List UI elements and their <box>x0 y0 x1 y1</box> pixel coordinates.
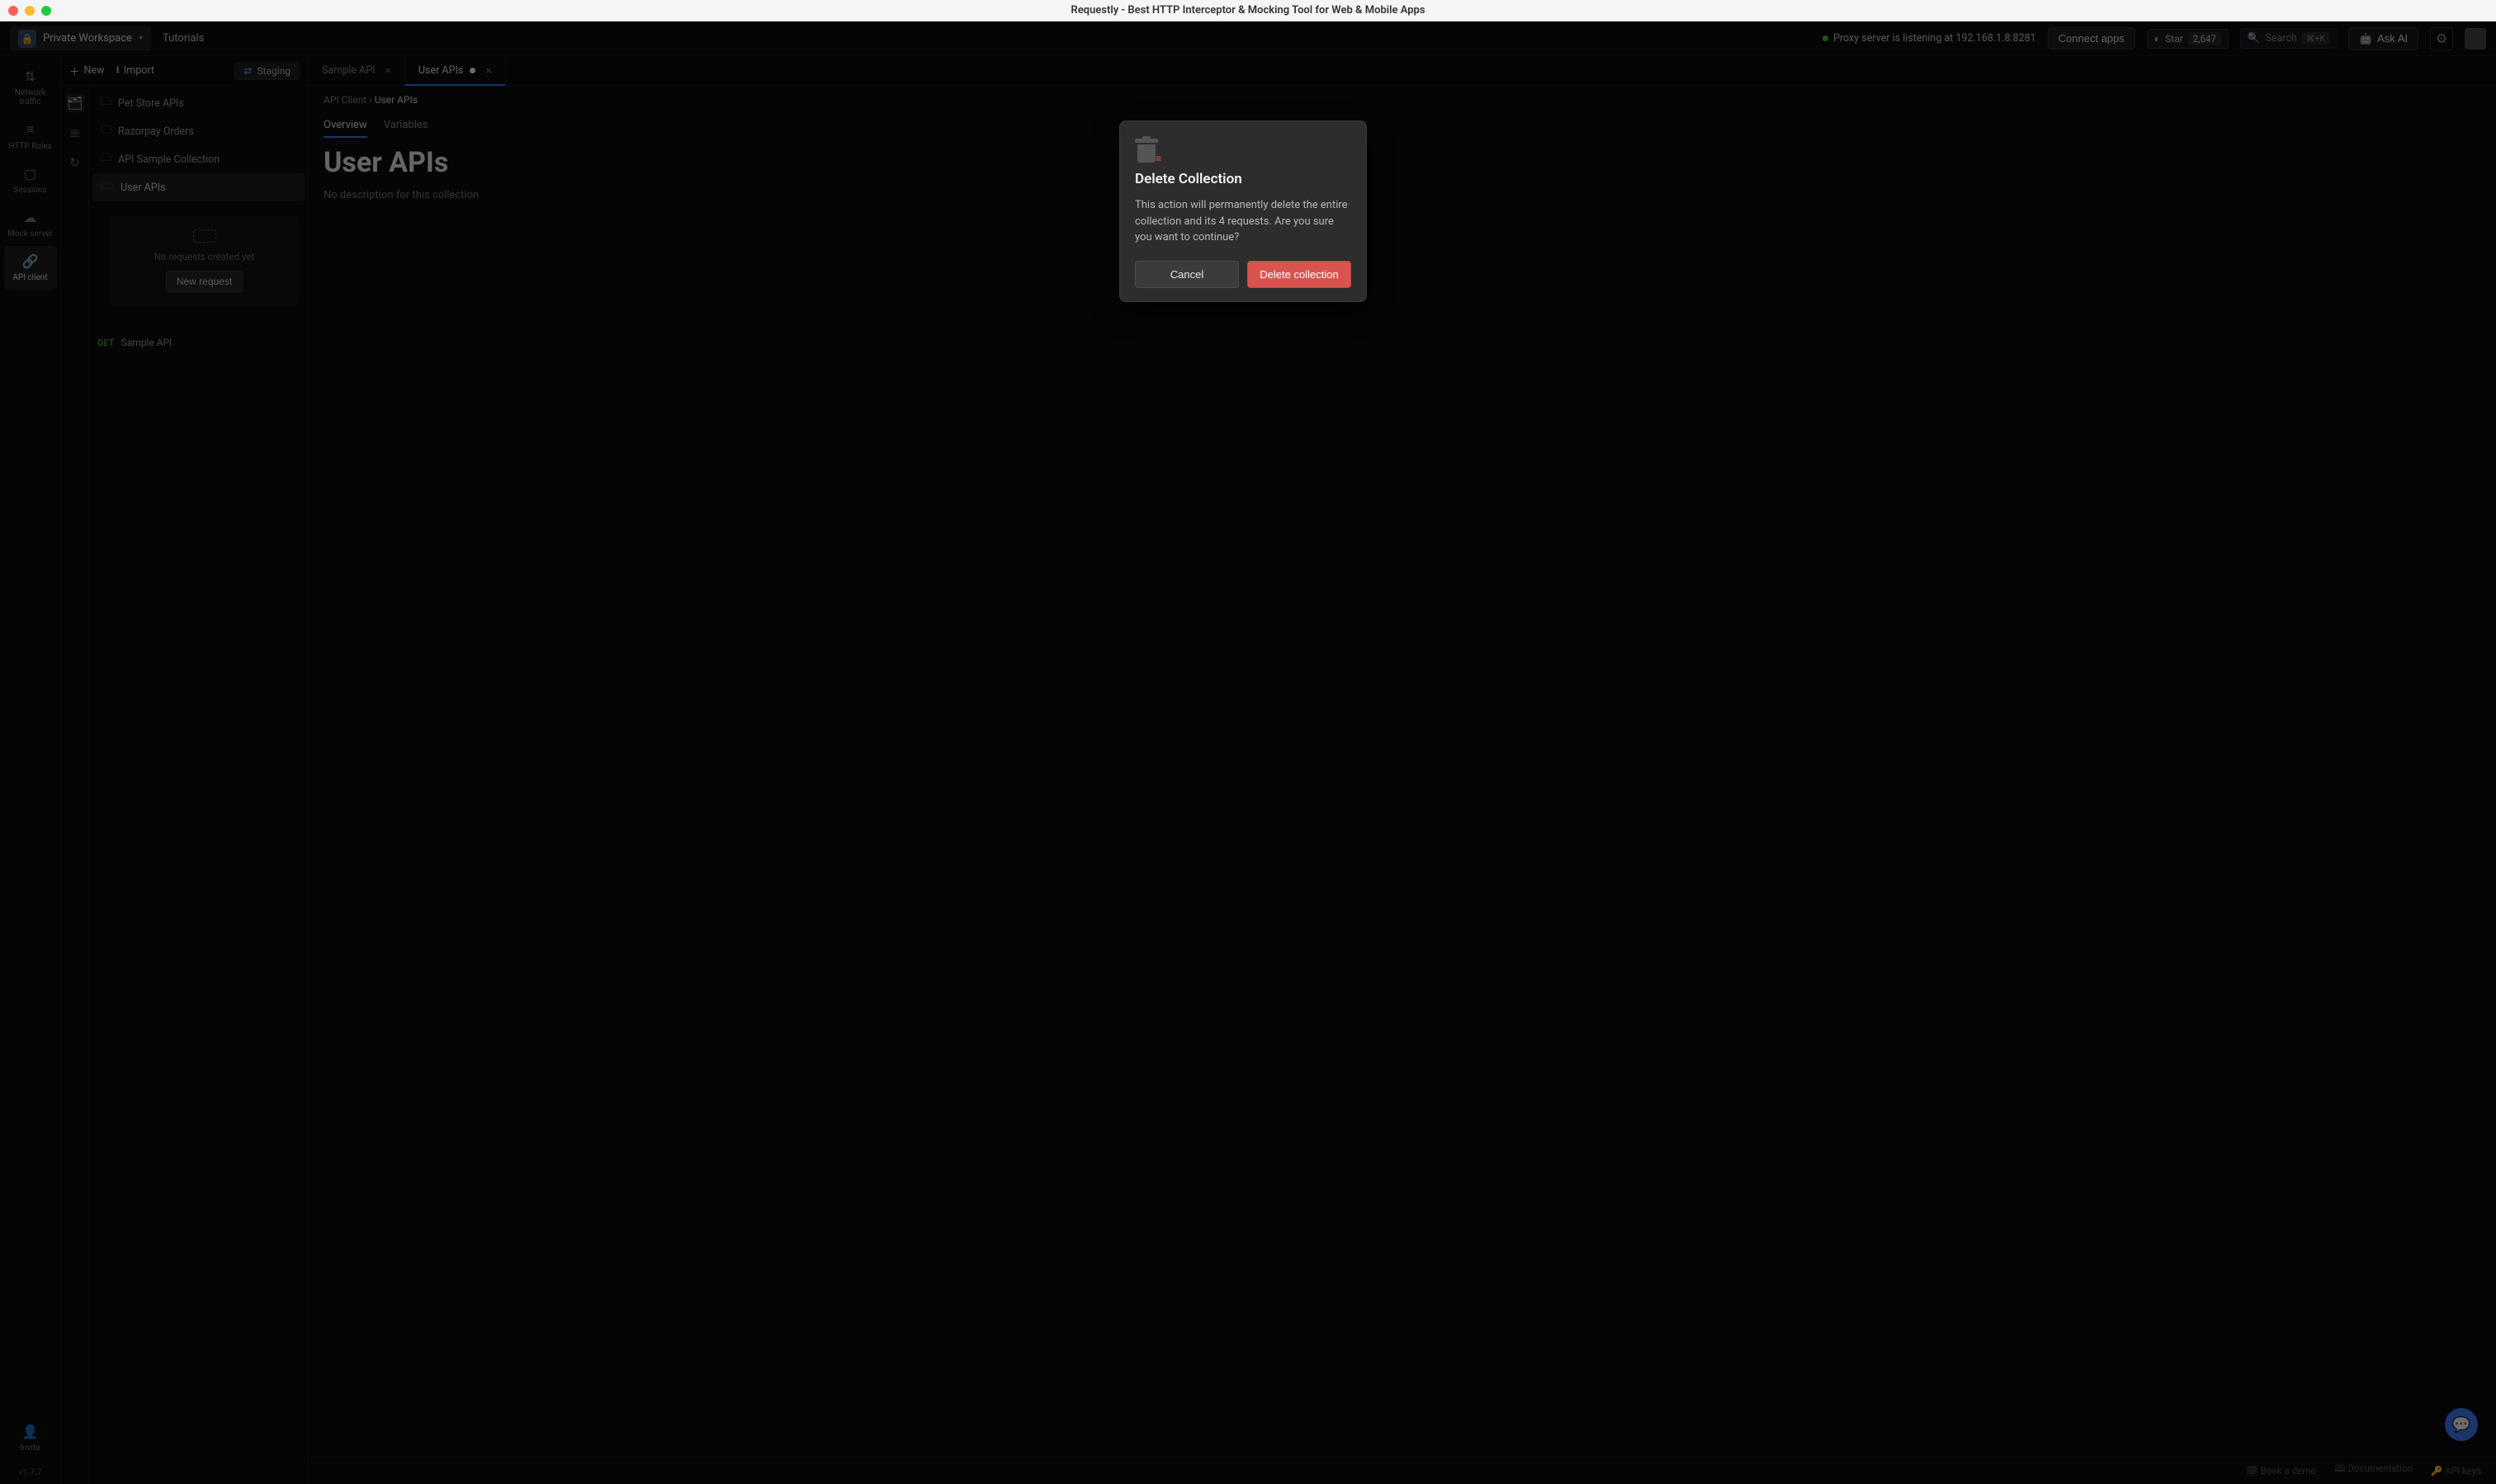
traffic-lights <box>8 6 51 16</box>
minimize-window-button[interactable] <box>25 6 35 16</box>
window-title: Requestly - Best HTTP Interceptor & Mock… <box>1071 4 1425 17</box>
delete-collection-modal: ≡ Delete Collection This action will per… <box>1119 121 1367 302</box>
maximize-window-button[interactable] <box>41 6 51 16</box>
delete-collection-button[interactable]: Delete collection <box>1247 261 1351 288</box>
modal-body: This action will permanently delete the … <box>1135 197 1351 246</box>
trash-icon: ≡ <box>1135 136 1160 163</box>
close-window-button[interactable] <box>8 6 18 16</box>
macos-titlebar: Requestly - Best HTTP Interceptor & Mock… <box>0 0 2496 21</box>
cancel-button[interactable]: Cancel <box>1135 261 1239 288</box>
modal-title: Delete Collection <box>1135 171 1351 187</box>
modal-actions: Cancel Delete collection <box>1135 261 1351 288</box>
